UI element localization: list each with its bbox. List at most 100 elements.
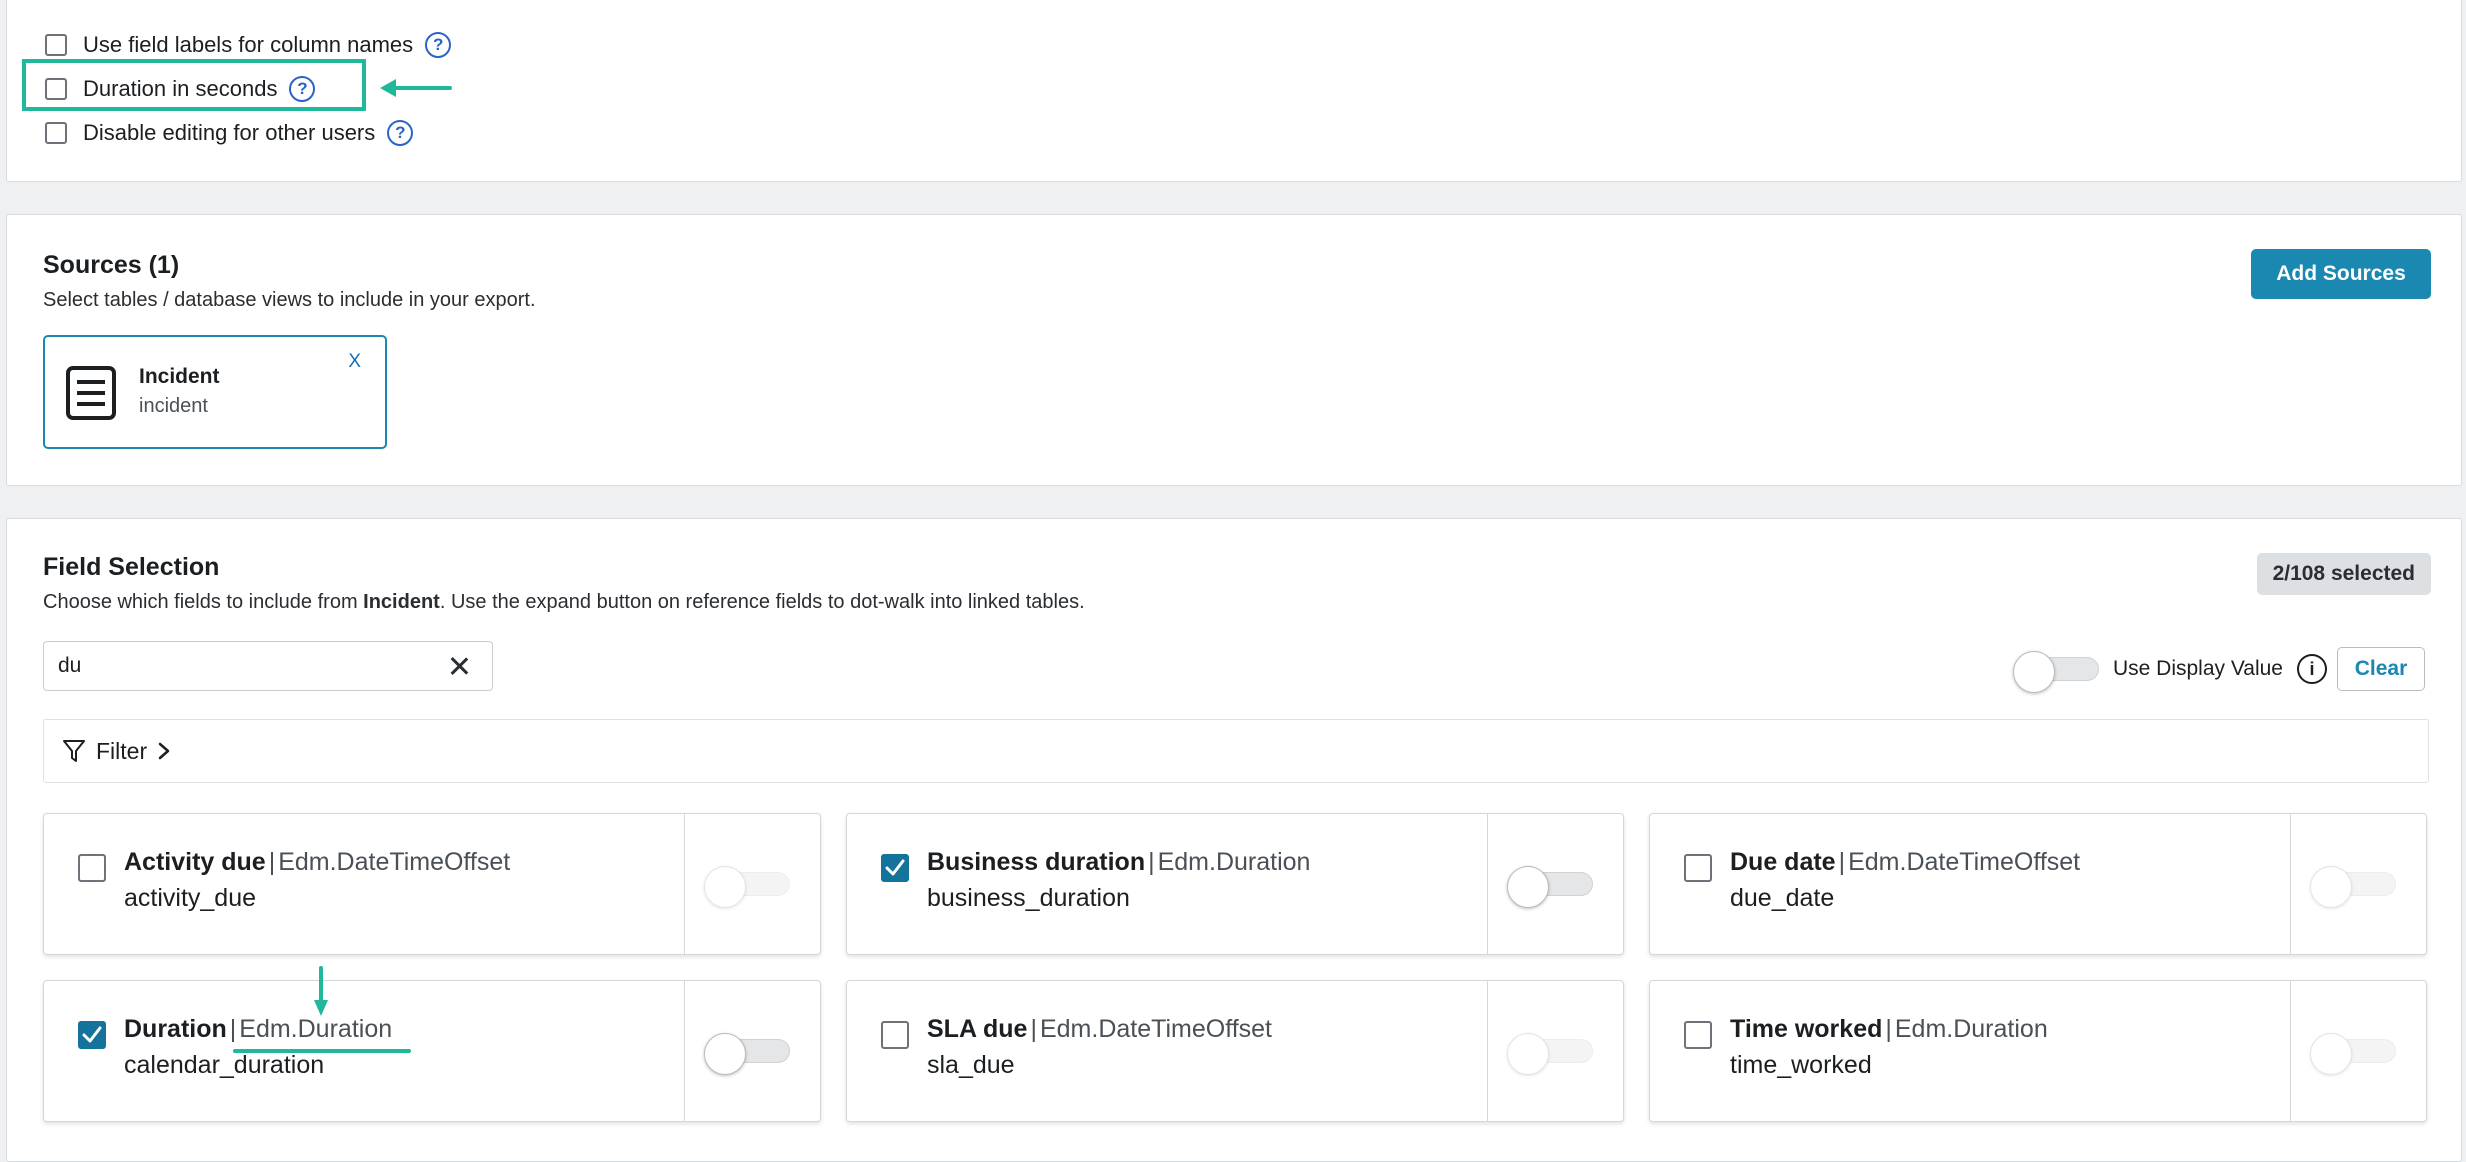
display-value-toggle[interactable] [2012,651,2099,693]
remove-source-button[interactable]: X [348,351,361,373]
export-options-panel: Use field labels for column names ? Dura… [6,0,2462,182]
disable-editing-checkbox[interactable] [45,122,67,144]
type-underline-annotation [233,1049,411,1053]
field-label: SLA due [927,1015,1028,1043]
sources-subtitle: Select tables / database views to includ… [43,289,536,311]
field-label: Duration [124,1015,227,1043]
checkmark-icon [82,1026,102,1043]
field-separator: | [268,848,276,876]
subtitle-suffix: . Use the expand button on reference fie… [439,591,1085,613]
help-icon[interactable]: ? [387,120,414,146]
field-label: Time worked [1730,1015,1883,1043]
field-card-sla-due[interactable]: SLA due | Edm.DateTimeOffset sla_due [846,980,1624,1122]
field-type: Edm.Duration [1157,848,1311,876]
subtitle-table: Incident [363,591,440,613]
subtitle-prefix: Choose which fields to include from [43,591,364,613]
field-display-value-toggle [1507,1033,1593,1075]
field-type: Edm.Duration [239,1015,393,1043]
chevron-right-icon [158,742,170,760]
help-icon[interactable]: ? [425,32,452,58]
clear-button[interactable]: Clear [2337,647,2425,691]
field-type: Edm.DateTimeOffset [1848,848,2081,876]
field-display-value-toggle[interactable] [704,1033,790,1075]
toggle-knob [704,1033,746,1075]
field-separator: | [1838,848,1846,876]
field-display-value-toggle [2310,866,2396,908]
add-sources-button[interactable]: Add Sources [2251,249,2431,299]
sources-panel: Sources (1) Select tables / database vie… [6,214,2462,486]
field-type: Edm.Duration [1894,1015,2048,1043]
source-card-incident[interactable]: Incident incident X [43,335,387,449]
field-separator: | [229,1015,237,1043]
option-disable-editing[interactable]: Disable editing for other users ? [45,117,414,149]
info-icon[interactable]: i [2297,654,2327,684]
field-name: sla_due [927,1051,1015,1079]
field-title: SLA due | Edm.DateTimeOffset [927,1015,1272,1044]
field-display-value-toggle[interactable] [1507,866,1593,908]
source-name: Incident [139,365,220,388]
option-label: Disable editing for other users [83,120,376,145]
card-divider [684,981,685,1121]
card-divider [684,814,685,954]
field-checkbox[interactable] [1684,1021,1712,1049]
field-name: time_worked [1730,1051,1872,1079]
field-checkbox[interactable] [78,854,106,882]
field-selection-subtitle: Choose which fields to include from Inci… [43,591,1085,614]
card-divider [2290,814,2291,954]
toggle-knob [1507,866,1549,908]
card-divider [2290,981,2291,1121]
clear-search-icon[interactable] [446,653,472,679]
display-value-control: Use Display Value i Clear [2012,647,2425,693]
field-type: Edm.DateTimeOffset [278,848,511,876]
field-search-input[interactable]: du [43,641,493,691]
field-title: Duration | Edm.Duration [124,1015,392,1044]
field-labels-checkbox[interactable] [45,34,67,56]
field-checkbox[interactable] [881,1021,909,1049]
field-card-time-worked[interactable]: Time worked | Edm.Duration time_worked [1649,980,2427,1122]
option-label: Use field labels for column names [83,32,414,57]
checkmark-icon [885,859,905,876]
field-title: Due date | Edm.DateTimeOffset [1730,848,2080,877]
source-table-name: incident [139,395,208,417]
field-display-value-toggle [704,866,790,908]
filter-label: Filter [96,737,148,764]
search-value: du [58,654,82,677]
field-name: activity_due [124,884,257,912]
field-selection-panel: Field Selection Choose which fields to i… [6,518,2462,1162]
field-card-business-duration[interactable]: Business duration | Edm.Duration business_d… [846,813,1624,955]
field-label: Activity due [124,848,266,876]
card-divider [1487,981,1488,1121]
card-divider [1487,814,1488,954]
field-card-calendar-duration[interactable]: Duration | Edm.Duration calendar_duration [43,980,821,1122]
field-label: Due date [1730,848,1836,876]
field-type: Edm.DateTimeOffset [1039,1015,1272,1043]
field-checkbox[interactable] [881,854,909,882]
field-title: Business duration | Edm.Duration [927,848,1310,877]
toggle-knob [2310,1033,2352,1075]
field-title: Activity due | Edm.DateTimeOffset [124,848,510,877]
toggle-knob [1507,1033,1549,1075]
field-separator: | [1148,848,1155,876]
down-arrow-icon [314,966,328,1016]
field-card-activity-due[interactable]: Activity due | Edm.DateTimeOffset activity_… [43,813,821,955]
filter-toggle[interactable]: Filter [43,719,2429,783]
field-card-due-date[interactable]: Due date | Edm.DateTimeOffset due_date [1649,813,2427,955]
field-selection-title: Field Selection [43,553,220,581]
left-arrow-icon [380,79,452,97]
field-separator: | [1885,1015,1892,1043]
field-title: Time worked | Edm.Duration [1730,1015,2048,1044]
document-icon [66,366,116,420]
toggle-knob [2310,866,2352,908]
highlight-box [22,59,366,111]
display-value-label: Use Display Value [2112,657,2283,680]
field-name: calendar_duration [124,1051,325,1079]
toggle-knob [704,866,746,908]
field-separator: | [1030,1015,1037,1043]
field-name: due_date [1730,884,1835,912]
field-checkbox[interactable] [1684,854,1712,882]
sources-title: Sources (1) [43,251,180,279]
filter-funnel-icon [63,740,85,762]
field-checkbox[interactable] [78,1021,106,1049]
option-field-labels[interactable]: Use field labels for column names ? [45,29,452,61]
field-label: Business duration [927,848,1146,876]
